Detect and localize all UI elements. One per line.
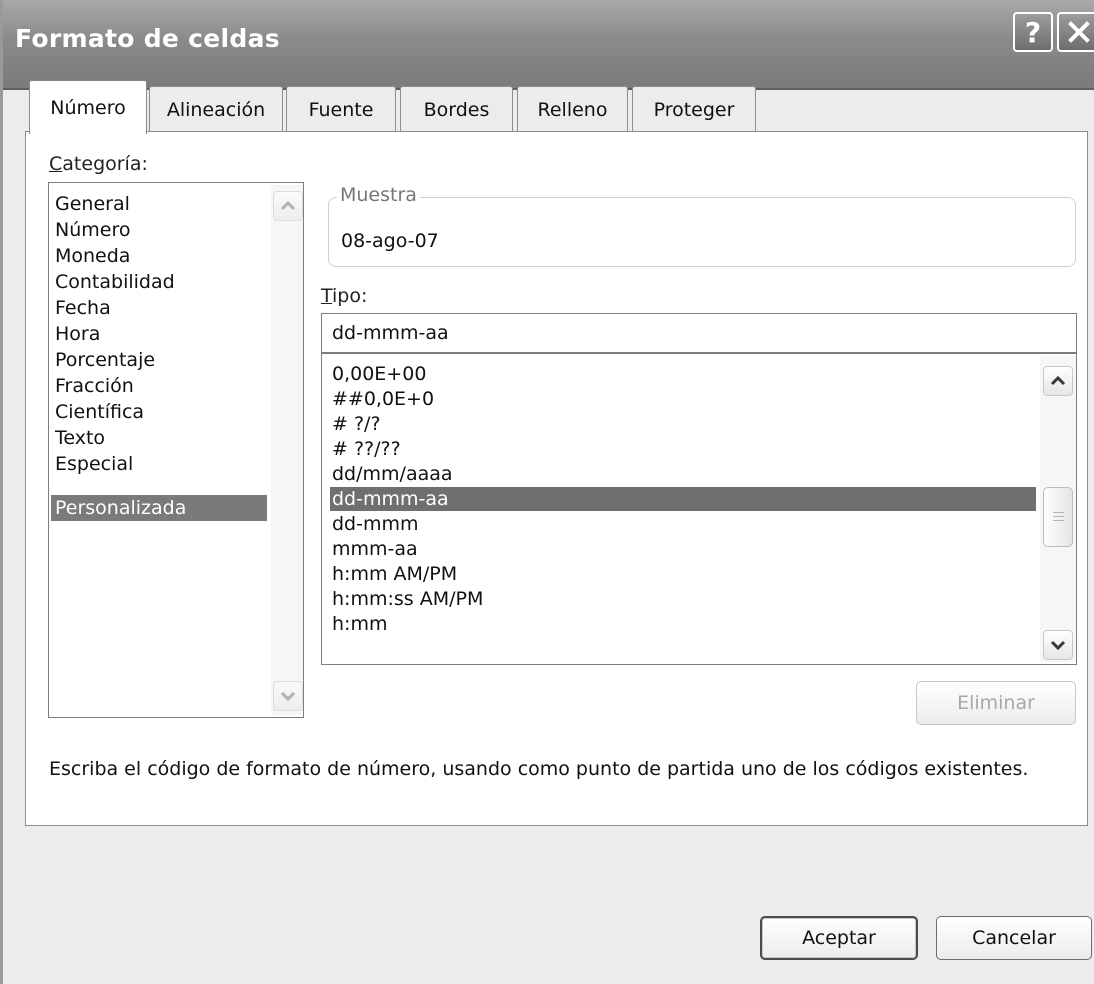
tab-numero[interactable]: Número [29,80,147,134]
list-item[interactable]: Porcentaje [51,347,155,373]
type-label: Tipo: [321,285,367,307]
cancel-button[interactable]: Cancelar [936,916,1092,960]
category-label-accesskey: C [49,153,63,175]
list-item[interactable]: 0,00E+00 [330,362,426,386]
scroll-up-button[interactable] [1043,366,1073,396]
tab-label: Fuente [308,98,374,121]
scroll-down-button[interactable] [273,681,303,711]
list-item[interactable]: h:mm [330,612,387,636]
category-list[interactable]: General Número Moneda Contabilidad Fecha… [48,182,304,718]
title-bar[interactable]: Formato de celdas ? [3,0,1094,90]
list-item[interactable]: Moneda [51,243,130,269]
format-description: Escriba el código de formato de número, … [49,758,1029,780]
format-cells-dialog: Formato de celdas ? Número Alineación Fu… [0,0,1094,984]
tab-label: Número [50,96,126,119]
type-label-text: ipo: [332,285,368,307]
sample-group: Muestra 08-ago-07 [328,184,1076,267]
scroll-up-button[interactable] [273,191,303,221]
dialog-title: Formato de celdas [15,24,280,53]
list-item[interactable]: Fecha [51,295,111,321]
tab-label: Bordes [423,98,490,121]
list-item[interactable]: Científica [51,399,144,425]
list-item[interactable]: Especial [51,451,133,477]
format-code-list[interactable]: 0,00E+00 ##0,0E+0 # ?/? # ??/?? dd/mm/aa… [321,353,1077,665]
chevron-down-icon [280,691,296,702]
close-icon [1068,21,1090,43]
list-item[interactable]: General [51,191,130,217]
list-item[interactable]: Texto [51,425,105,451]
ok-button[interactable]: Aceptar [760,916,918,960]
list-item[interactable]: Fracción [51,373,134,399]
list-item-selected[interactable]: Personalizada [51,495,267,521]
list-item-selected[interactable]: dd-mmm-aa [330,487,1036,511]
list-item[interactable]: ##0,0E+0 [330,387,434,411]
list-item[interactable]: h:mm:ss AM/PM [330,587,483,611]
list-item[interactable]: Hora [51,321,100,347]
scroll-down-button[interactable] [1043,630,1073,660]
chevron-up-icon [1050,375,1066,386]
chevron-down-icon [1050,640,1066,651]
tab-label: Relleno [537,98,608,121]
category-label: Categoría: [49,153,148,175]
delete-button[interactable]: Eliminar [916,681,1076,725]
tab-relleno[interactable]: Relleno [517,86,628,132]
sample-legend: Muestra [337,184,420,206]
list-item[interactable]: h:mm AM/PM [330,562,457,586]
tab-bordes[interactable]: Bordes [400,86,513,132]
list-item[interactable]: Número [51,217,130,243]
sample-value: 08-ago-07 [341,230,439,252]
list-item[interactable]: mmm-aa [330,537,418,561]
tab-proteger[interactable]: Proteger [632,86,756,132]
list-item[interactable]: Contabilidad [51,269,175,295]
list-item[interactable]: # ?/? [330,412,381,436]
list-item[interactable]: dd-mmm [330,512,419,536]
tab-fuente[interactable]: Fuente [286,86,396,132]
type-label-accesskey: T [321,285,333,307]
tab-alineacion[interactable]: Alineación [149,86,283,132]
scroll-thumb[interactable] [1043,487,1073,547]
category-scrollbar[interactable] [271,185,303,715]
list-item[interactable]: # ??/?? [330,437,401,461]
type-input[interactable] [321,313,1077,353]
tab-label: Alineación [166,98,266,121]
tab-label: Proteger [653,98,735,121]
help-button[interactable]: ? [1013,12,1053,52]
close-button[interactable] [1057,12,1094,52]
category-label-text: ategoría: [62,153,148,175]
chevron-up-icon [280,200,296,211]
list-item[interactable]: dd/mm/aaaa [330,462,453,486]
